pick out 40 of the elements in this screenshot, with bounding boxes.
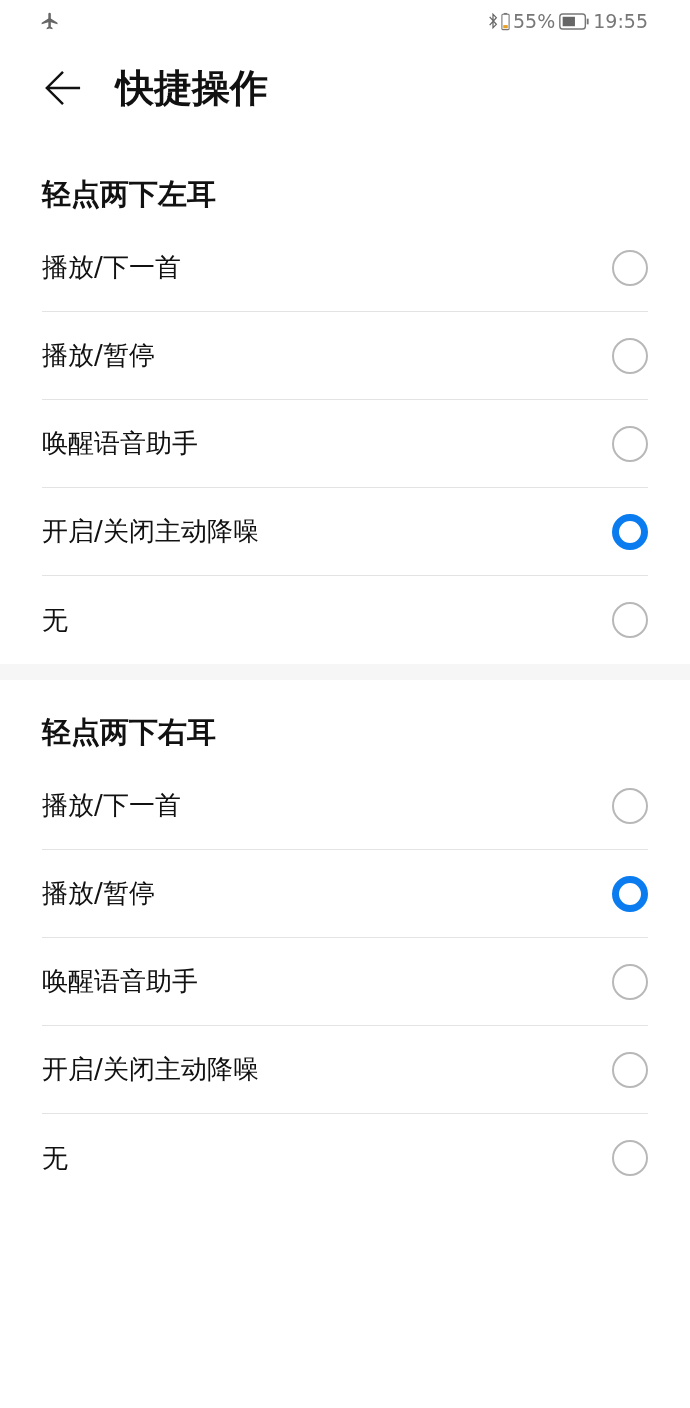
option-row[interactable]: 播放/暂停 xyxy=(42,312,648,400)
radio-button[interactable] xyxy=(612,875,648,912)
bluetooth-icon xyxy=(488,12,498,30)
option-label: 播放/暂停 xyxy=(42,339,155,372)
option-label: 开启/关闭主动降噪 xyxy=(42,515,259,548)
radio-button[interactable] xyxy=(612,602,648,638)
radio-button[interactable] xyxy=(612,337,648,374)
radio-button[interactable] xyxy=(612,1140,648,1176)
option-label: 开启/关闭主动降噪 xyxy=(42,1053,259,1086)
option-row[interactable]: 播放/下一首 xyxy=(42,224,648,312)
back-button[interactable] xyxy=(44,69,82,107)
page-title: 快捷操作 xyxy=(116,64,268,112)
option-row[interactable]: 开启/关闭主动降噪 xyxy=(42,1026,648,1114)
option-label: 播放/暂停 xyxy=(42,877,155,910)
battery-percent: 55% xyxy=(513,10,556,32)
option-row[interactable]: 播放/下一首 xyxy=(42,762,648,850)
radio-button[interactable] xyxy=(612,963,648,1000)
radio-button[interactable] xyxy=(612,1051,648,1088)
option-label: 唤醒语音助手 xyxy=(42,965,198,998)
section-title: 轻点两下右耳 xyxy=(42,714,217,751)
airplane-icon xyxy=(40,11,60,31)
headset-battery-icon xyxy=(501,11,510,31)
option-label: 无 xyxy=(42,603,68,637)
radio-button[interactable] xyxy=(612,787,648,824)
option-label: 播放/下一首 xyxy=(42,789,181,822)
radio-button[interactable] xyxy=(612,513,648,550)
option-row[interactable]: 唤醒语音助手 xyxy=(42,400,648,488)
radio-button[interactable] xyxy=(612,249,648,286)
option-row[interactable]: 无 xyxy=(42,1114,648,1202)
option-row[interactable]: 开启/关闭主动降噪 xyxy=(42,488,648,576)
option-label: 唤醒语音助手 xyxy=(42,427,198,460)
option-row[interactable]: 唤醒语音助手 xyxy=(42,938,648,1026)
radio-button[interactable] xyxy=(612,425,648,462)
battery-icon xyxy=(558,12,591,30)
section-title: 轻点两下左耳 xyxy=(42,176,217,213)
option-label: 无 xyxy=(42,1141,68,1175)
option-row[interactable]: 无 xyxy=(42,576,648,664)
option-label: 播放/下一首 xyxy=(42,251,181,284)
option-row[interactable]: 播放/暂停 xyxy=(42,850,648,938)
clock: 19:55 xyxy=(593,10,648,32)
